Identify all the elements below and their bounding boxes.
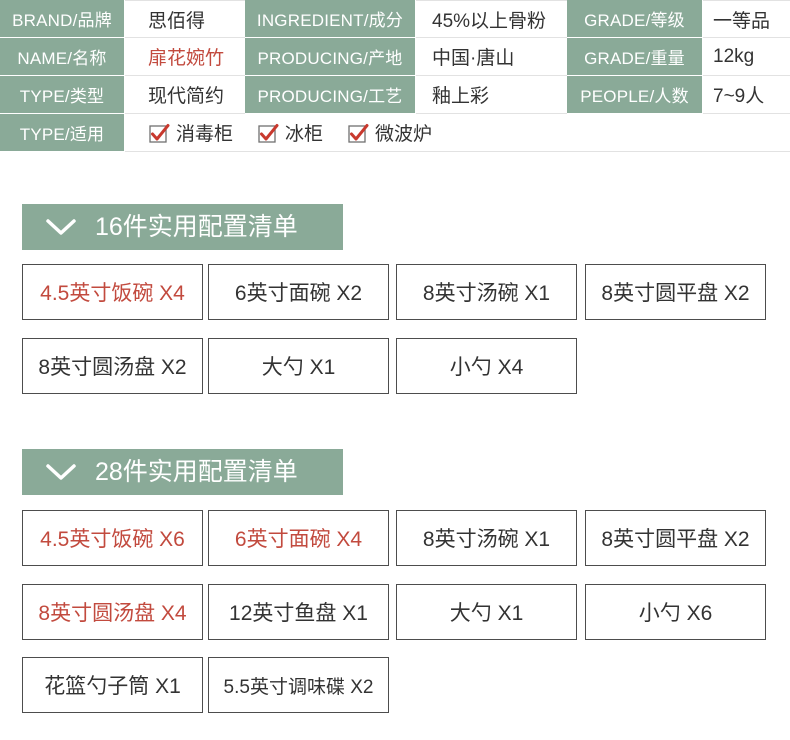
config-item: 12英寸鱼盘 X1	[208, 584, 389, 640]
people-label: PEOPLE/人数	[567, 76, 703, 114]
section-header-16: 16件实用配置清单	[22, 204, 343, 250]
config-item: 8英寸汤碗 X1	[396, 264, 577, 320]
config-item: 8英寸圆平盘 X2	[585, 510, 766, 566]
brand-label: BRAND/品牌	[0, 0, 125, 38]
checkbox-checked-icon	[257, 122, 279, 144]
config-item: 大勺 X1	[396, 584, 577, 640]
origin-label: PRODUCING/产地	[245, 38, 416, 76]
config-item: 小勺 X6	[585, 584, 766, 640]
config-item: 8英寸圆汤盘 X2	[22, 338, 203, 394]
usage-option-label: 冰柜	[285, 124, 324, 145]
usage-option: 消毒柜	[148, 119, 233, 146]
chevron-down-icon	[45, 462, 77, 482]
usage-option-label: 微波炉	[375, 124, 433, 145]
config-item: 8英寸汤碗 X1	[396, 510, 577, 566]
section-title: 16件实用配置清单	[95, 213, 298, 241]
config-item: 8英寸圆汤盘 X4	[22, 584, 203, 640]
usage-option: 微波炉	[347, 119, 432, 146]
usage-option: 冰柜	[257, 119, 323, 146]
grade-label: GRADE/等级	[567, 0, 703, 38]
ingredient-value: 45%以上骨粉	[416, 0, 567, 38]
config-item: 5.5英寸调味碟 X2	[208, 657, 389, 713]
grade-value: 一等品	[703, 0, 790, 38]
craft-label: PRODUCING/工艺	[245, 76, 416, 114]
name-value: 扉花婉竹	[125, 38, 245, 76]
config-item: 4.5英寸饭碗 X4	[22, 264, 203, 320]
type-label: TYPE/类型	[0, 76, 125, 114]
config-item: 花篮勺子筒 X1	[22, 657, 203, 713]
usage-options: 消毒柜 冰柜 微波炉	[125, 114, 790, 152]
weight-label: GRADE/重量	[567, 38, 703, 76]
checkbox-checked-icon	[148, 122, 170, 144]
origin-value: 中国·唐山	[416, 38, 567, 76]
brand-value: 思佰得	[125, 0, 245, 38]
section-header-28: 28件实用配置清单	[22, 449, 343, 495]
config-item: 大勺 X1	[208, 338, 389, 394]
section-title: 28件实用配置清单	[95, 458, 298, 486]
name-label: NAME/名称	[0, 38, 125, 76]
config-item: 6英寸面碗 X2	[208, 264, 389, 320]
type-value: 现代简约	[125, 76, 245, 114]
craft-value: 釉上彩	[416, 76, 567, 114]
usage-option-label: 消毒柜	[176, 124, 234, 145]
chevron-down-icon	[45, 217, 77, 237]
weight-value: 12kg	[703, 38, 790, 76]
checkbox-checked-icon	[347, 122, 369, 144]
config-item: 8英寸圆平盘 X2	[585, 264, 766, 320]
config-item: 4.5英寸饭碗 X6	[22, 510, 203, 566]
usage-label: TYPE/适用	[0, 114, 125, 152]
ingredient-label: INGREDIENT/成分	[245, 0, 416, 38]
config-item: 6英寸面碗 X4	[208, 510, 389, 566]
people-value: 7~9人	[703, 76, 790, 114]
config-item: 小勺 X4	[396, 338, 577, 394]
